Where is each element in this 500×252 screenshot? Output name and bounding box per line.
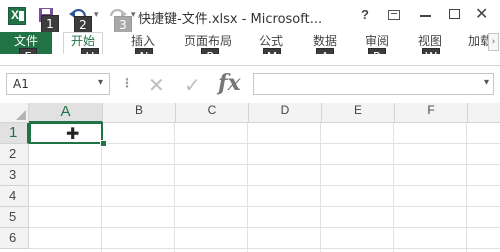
row-header-2[interactable]: 2 xyxy=(0,144,29,165)
tab-home-label: 开始 xyxy=(70,34,95,48)
save-button[interactable]: 1 xyxy=(34,5,59,33)
tab-insert-label: 插入 xyxy=(130,34,155,48)
confirm-entry-icon[interactable]: ✓ xyxy=(184,73,201,97)
chevron-down-icon[interactable]: ▾ xyxy=(98,77,103,88)
name-box[interactable]: A1 ▾ xyxy=(6,73,110,95)
tab-formulas-label: 公式 xyxy=(258,34,283,48)
column-header-d[interactable]: D xyxy=(249,103,322,123)
column-header-e[interactable]: E xyxy=(322,103,395,123)
row-header-1[interactable]: 1 xyxy=(0,123,29,144)
row-header-3[interactable]: 3 xyxy=(0,165,29,186)
row-header-5[interactable]: 5 xyxy=(0,207,29,228)
redo-button[interactable]: 3 xyxy=(106,5,132,34)
formula-input[interactable]: ▾ xyxy=(253,73,494,95)
column-header-f[interactable]: F xyxy=(395,103,468,123)
undo-button[interactable]: 2 xyxy=(66,5,92,34)
select-all-triangle-icon xyxy=(16,110,26,120)
excel-icon[interactable]: X xyxy=(8,7,26,25)
tab-page-layout-label: 页面布局 xyxy=(183,34,232,48)
tab-review-label: 审阅 xyxy=(364,34,389,48)
tab-data-label: 数据 xyxy=(312,34,337,48)
window-title: 快捷键-文件.xlsx - Microsoft... xyxy=(138,12,323,27)
name-box-value: A1 xyxy=(13,77,29,91)
minimize-icon[interactable] xyxy=(420,15,431,17)
column-header-b[interactable]: B xyxy=(103,103,176,123)
column-header-a[interactable]: A xyxy=(29,103,103,123)
select-all-button[interactable] xyxy=(0,103,29,123)
ribbon-display-options-icon[interactable] xyxy=(388,10,400,20)
ribbon-collapsed-strip xyxy=(0,54,500,66)
row-header-4[interactable]: 4 xyxy=(0,186,29,207)
tab-file-label: 文件 xyxy=(13,34,38,48)
expand-formula-bar-icon[interactable]: ▾ xyxy=(484,77,489,88)
cancel-entry-icon[interactable]: ✕ xyxy=(148,73,165,97)
row-header-6[interactable]: 6 xyxy=(0,228,29,249)
excel-icon-letter: X xyxy=(11,8,20,22)
qat-customize-icon[interactable]: ▾ xyxy=(131,10,136,20)
undo-dropdown-icon[interactable]: ▾ xyxy=(94,10,99,20)
column-header-c[interactable]: C xyxy=(176,103,249,123)
column-header-partial[interactable] xyxy=(468,103,500,123)
cell-cross-cursor-icon: ✚ xyxy=(66,124,80,143)
close-icon[interactable]: ✕ xyxy=(475,4,488,23)
formula-bar-grip-icon[interactable]: ⋮ xyxy=(121,76,133,90)
ribbon-scroll-right-icon[interactable]: › xyxy=(488,33,499,51)
tab-view-label: 视图 xyxy=(417,34,442,48)
insert-function-button[interactable]: fx xyxy=(218,70,241,96)
save-keytip: 1 xyxy=(41,15,59,33)
maximize-icon[interactable] xyxy=(449,9,460,19)
fill-handle[interactable] xyxy=(100,140,107,147)
help-button[interactable]: ? xyxy=(361,7,369,22)
